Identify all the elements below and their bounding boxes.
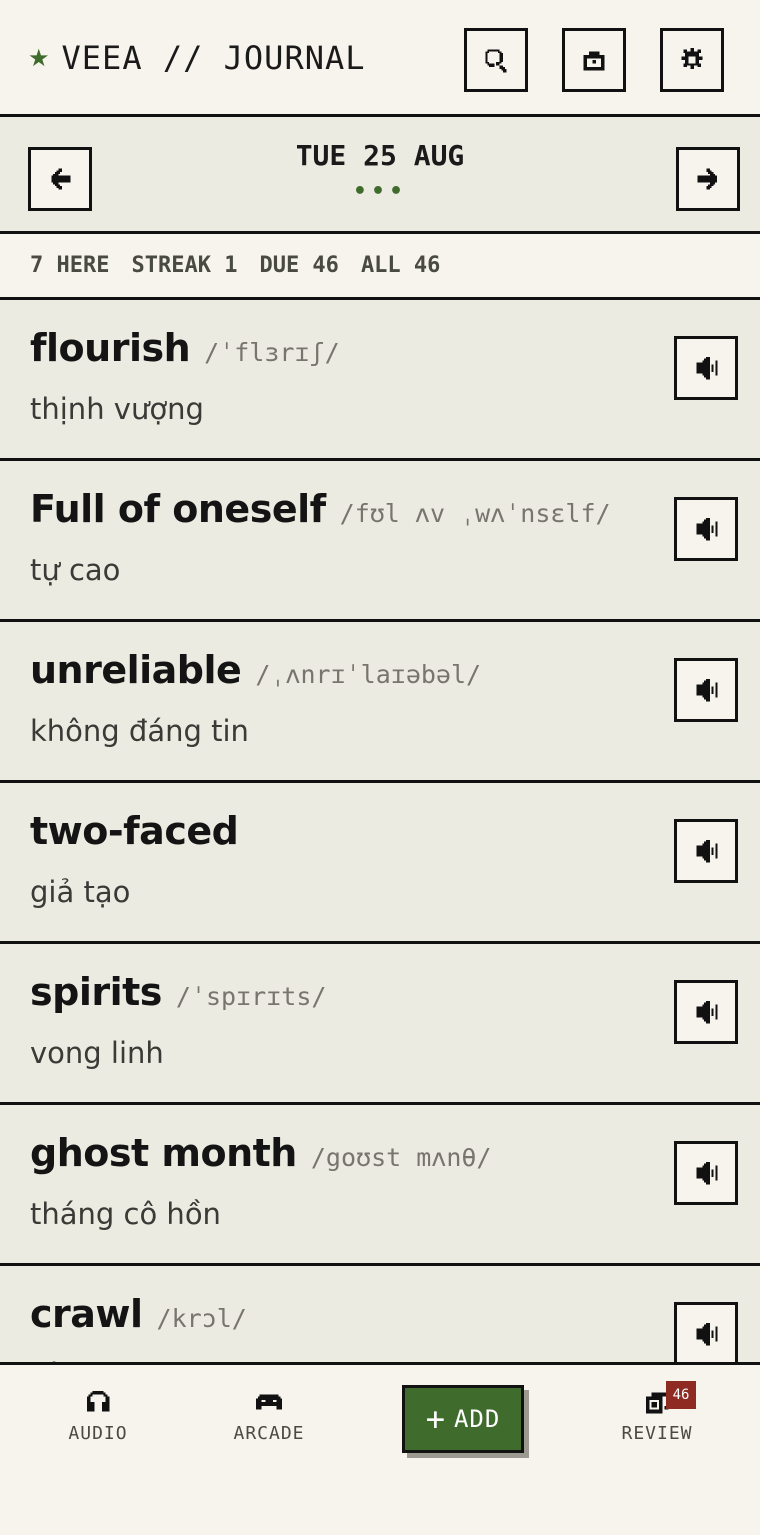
- settings-button[interactable]: [660, 28, 724, 92]
- word-item[interactable]: ghost month /goʊst mʌnθ/ tháng cô hồn: [0, 1105, 760, 1266]
- word-term: ghost month: [30, 1131, 297, 1175]
- word-item[interactable]: unreliable /ˌʌnrɪˈlaɪəbəl/ không đáng ti…: [0, 622, 760, 783]
- speaker-icon: [696, 1322, 718, 1346]
- speak-button[interactable]: [674, 336, 738, 400]
- next-day-button[interactable]: [676, 147, 740, 211]
- app-title: VEEA // JOURNAL: [61, 38, 366, 77]
- plus-icon: +: [425, 1400, 446, 1438]
- stat-streak: STREAK 1: [131, 253, 238, 278]
- word-item[interactable]: two-faced giả tạo: [0, 783, 760, 944]
- add-label: ADD: [453, 1405, 501, 1433]
- word-term: spirits: [30, 970, 162, 1014]
- gamepad-icon: [255, 1394, 283, 1410]
- word-ipa: /ˌʌnrɪˈlaɪəbəl/: [255, 660, 482, 689]
- speak-button[interactable]: [674, 1141, 738, 1205]
- word-term: two-faced: [30, 809, 239, 853]
- word-list: flourish /ˈflɜrɪʃ/ thịnh vượng Full of o…: [0, 300, 760, 1364]
- word-term: Full of oneself: [30, 487, 326, 531]
- word-ipa: /fʊl ʌv ˌwʌˈnsɛlf/: [339, 499, 611, 528]
- search-button[interactable]: [464, 28, 528, 92]
- word-ipa: /ˈspɪrɪts/: [175, 982, 327, 1011]
- tab-review-label: REVIEW: [621, 1423, 693, 1444]
- word-term: flourish: [30, 326, 191, 370]
- speak-button[interactable]: [674, 1302, 738, 1364]
- speaker-icon: [696, 1000, 718, 1024]
- word-item[interactable]: flourish /ˈflɜrɪʃ/ thịnh vượng: [0, 300, 760, 461]
- stat-here: 7 HERE: [30, 253, 110, 278]
- speaker-icon: [696, 839, 718, 863]
- tab-audio[interactable]: AUDIO: [38, 1387, 158, 1444]
- tab-arcade-label: ARCADE: [233, 1423, 305, 1444]
- stats-bar: 7 HERE STREAK 1 DUE 46 ALL 46: [0, 234, 760, 300]
- word-item[interactable]: spirits /ˈspɪrɪts/ vong linh: [0, 944, 760, 1105]
- word-meaning: không đáng tin: [30, 714, 249, 748]
- arrow-right-icon: [697, 168, 717, 190]
- speaker-icon: [696, 678, 718, 702]
- speak-button[interactable]: [674, 819, 738, 883]
- speaker-icon: [696, 517, 718, 541]
- stat-all: ALL 46: [360, 253, 441, 278]
- headphones-icon: [86, 1390, 110, 1412]
- word-meaning: giả tạo: [30, 875, 131, 909]
- speak-button[interactable]: [674, 980, 738, 1044]
- word-term: crawl: [30, 1292, 143, 1336]
- word-item[interactable]: crawl /krɔl/ bò: [0, 1266, 760, 1364]
- current-date: TUE 25 AUG: [295, 139, 465, 172]
- app-header: ★ VEEA // JOURNAL: [0, 0, 760, 115]
- bottom-nav: AUDIO ARCADE + ADD REVIEW 46: [0, 1362, 760, 1535]
- stat-due: DUE 46: [259, 253, 339, 278]
- word-term: unreliable: [30, 648, 242, 692]
- tab-arcade[interactable]: ARCADE: [209, 1387, 329, 1444]
- speaker-icon: [696, 1161, 718, 1185]
- camera-icon: [583, 51, 605, 71]
- word-ipa: /krɔl/: [156, 1304, 247, 1333]
- star-icon: ★: [28, 43, 50, 72]
- tab-audio-label: AUDIO: [68, 1423, 128, 1444]
- word-meaning: vong linh: [30, 1036, 164, 1070]
- speak-button[interactable]: [674, 497, 738, 561]
- search-icon: [485, 49, 507, 73]
- brand: ★ VEEA // JOURNAL: [28, 39, 366, 77]
- speaker-icon: [696, 356, 718, 380]
- tab-review[interactable]: REVIEW: [597, 1387, 717, 1444]
- date-indicator-dots: •••: [352, 179, 408, 204]
- add-word-button[interactable]: + ADD: [402, 1385, 524, 1453]
- word-meaning: tháng cô hồn: [30, 1197, 221, 1231]
- word-ipa: /ˈflɜrɪʃ/: [204, 338, 340, 367]
- word-ipa: /goʊst mʌnθ/: [310, 1143, 492, 1172]
- word-item[interactable]: Full of oneself /fʊl ʌv ˌwʌˈnsɛlf/ tự ca…: [0, 461, 760, 622]
- date-bar: TUE 25 AUG •••: [0, 114, 760, 234]
- gear-icon: [681, 47, 703, 69]
- camera-button[interactable]: [562, 28, 626, 92]
- word-meaning: thịnh vượng: [30, 392, 204, 426]
- review-count-badge: 46: [666, 1381, 696, 1409]
- word-meaning: tự cao: [30, 553, 121, 587]
- speak-button[interactable]: [674, 658, 738, 722]
